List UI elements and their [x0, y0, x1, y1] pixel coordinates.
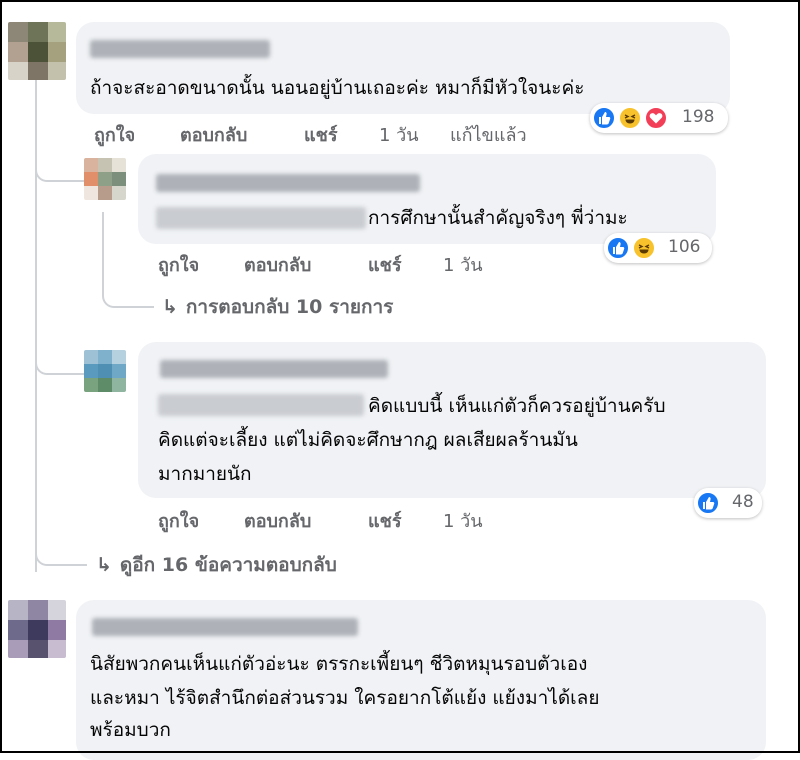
- view-more-replies-link[interactable]: ↳ ดูอีก 16 ข้อความตอบกลับ: [96, 550, 337, 580]
- reaction-summary[interactable]: 106: [604, 233, 712, 263]
- comment-actions: ถูกใจ ตอบกลับ แชร์ 1 วัน: [158, 250, 558, 276]
- comment-text: การศึกษานั้นสำคัญจริงๆ พี่ว่ามะ: [368, 207, 628, 229]
- comment-text-line-1: คิดแบบนี้ เห็นแก่ตัวก็ควรอยู่บ้านครับ: [368, 395, 666, 417]
- reaction-summary[interactable]: 48: [694, 488, 762, 518]
- timestamp[interactable]: 1 วัน: [443, 250, 483, 279]
- comment-bubble: คิดแบบนี้ เห็นแก่ตัวก็ควรอยู่บ้านครับ คิ…: [138, 342, 766, 498]
- mentioned-name-blurred[interactable]: [156, 207, 366, 229]
- thread-line-main: [35, 72, 37, 572]
- thread-line-branch-1: [35, 160, 87, 182]
- timestamp[interactable]: 1 วัน: [443, 506, 483, 535]
- commenter-name-blurred[interactable]: [156, 174, 420, 192]
- view-more-replies-label: ดูอีก 16 ข้อความตอบกลับ: [119, 554, 337, 576]
- like-link[interactable]: ถูกใจ: [94, 120, 135, 149]
- reaction-summary[interactable]: 198: [590, 103, 728, 133]
- comment-bubble: ถ้าจะสะอาดขนาดนั้น นอนอยู่บ้านเถอะค่ะ หม…: [76, 22, 730, 114]
- reaction-count: 48: [732, 492, 754, 512]
- like-link[interactable]: ถูกใจ: [158, 250, 199, 279]
- mentioned-name-blurred[interactable]: [158, 394, 364, 416]
- reply-arrow-icon: ↳: [162, 296, 178, 318]
- comment-text-line-2: และหมา ไร้จิตสำนึกต่อส่วนรวม ใครอยากโต้แ…: [90, 687, 600, 709]
- reply-link[interactable]: ตอบกลับ: [244, 250, 311, 279]
- comment-actions: ถูกใจ ตอบกลับ แชร์ 1 วัน แก้ไขแล้ว: [94, 120, 594, 146]
- reply-link[interactable]: ตอบกลับ: [244, 506, 311, 535]
- view-replies-label: การตอบกลับ 10 รายการ: [185, 296, 394, 318]
- thread-line-branch-2: [35, 355, 87, 375]
- commenter-name-blurred[interactable]: [160, 360, 388, 378]
- reply-link[interactable]: ตอบกลับ: [180, 120, 247, 149]
- share-link[interactable]: แชร์: [368, 506, 402, 535]
- thread-line-branch-3: [35, 520, 87, 566]
- reply-arrow-icon: ↳: [96, 554, 112, 576]
- haha-icon: [632, 236, 656, 260]
- comment-text-line-2: คิดแต่จะเลี้ยง แต่ไม่คิดจะศึกษากฎ ผลเสีย…: [158, 429, 578, 451]
- haha-icon: [618, 106, 642, 130]
- comment-actions: ถูกใจ ตอบกลับ แชร์ 1 วัน: [158, 506, 558, 532]
- avatar[interactable]: [8, 600, 66, 658]
- avatar[interactable]: [84, 350, 126, 392]
- edited-label[interactable]: แก้ไขแล้ว: [450, 120, 527, 149]
- avatar[interactable]: [84, 158, 126, 200]
- timestamp[interactable]: 1 วัน: [379, 120, 419, 149]
- comment-bubble: นิสัยพวกคนเห็นแก่ตัวอ่ะนะ ตรรกะเพี้ยนๆ ช…: [76, 600, 766, 760]
- reaction-count: 106: [668, 237, 701, 257]
- view-replies-link[interactable]: ↳ การตอบกลับ 10 รายการ: [162, 292, 393, 322]
- comment-text: ถ้าจะสะอาดขนาดนั้น นอนอยู่บ้านเถอะค่ะ หม…: [90, 77, 585, 99]
- reaction-count: 198: [682, 107, 715, 127]
- comment-text-line-3: มากมายนัก: [158, 463, 252, 485]
- like-icon: [696, 491, 720, 515]
- share-link[interactable]: แชร์: [368, 250, 402, 279]
- comment-text-line-1: นิสัยพวกคนเห็นแก่ตัวอ่ะนะ ตรรกะเพี้ยนๆ ช…: [90, 653, 588, 675]
- like-icon: [592, 106, 616, 130]
- comment-text-line-3: พร้อมบวก: [90, 719, 171, 741]
- like-link[interactable]: ถูกใจ: [158, 506, 199, 535]
- like-icon: [606, 236, 630, 260]
- comment-bubble: การศึกษานั้นสำคัญจริงๆ พี่ว่ามะ: [138, 154, 716, 244]
- avatar[interactable]: [8, 22, 66, 80]
- share-link[interactable]: แชร์: [304, 120, 338, 149]
- commenter-name-blurred[interactable]: [92, 618, 358, 636]
- commenter-name-blurred[interactable]: [90, 40, 270, 58]
- love-icon: [644, 106, 668, 130]
